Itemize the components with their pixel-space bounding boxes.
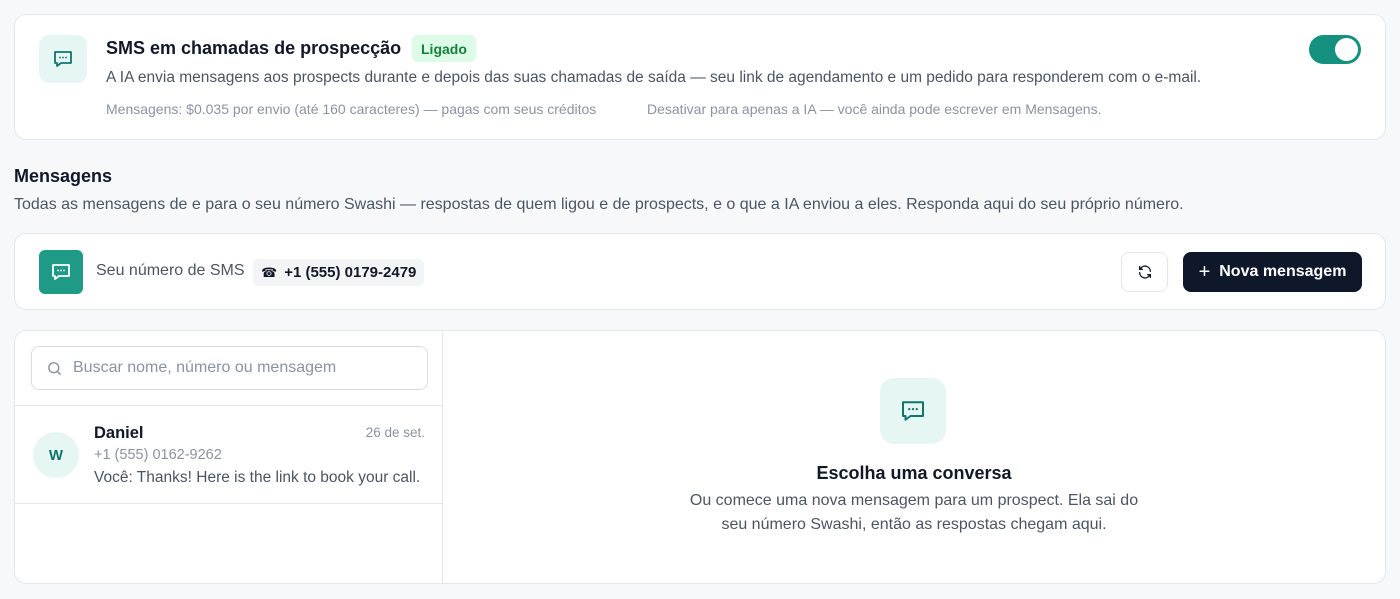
chat-bubble-icon — [39, 250, 83, 294]
sms-number-chip: ☎ +1 (555) 0179-2479 — [253, 259, 425, 286]
sms-toggle-switch[interactable] — [1309, 35, 1361, 64]
conversation-empty-state: Escolha uma conversa Ou comece uma nova … — [444, 331, 1385, 583]
new-message-label: Nova mensagem — [1219, 263, 1347, 280]
phone-icon: ☎ — [261, 264, 278, 280]
chat-bubble-icon — [39, 35, 87, 83]
messages-section-title: Mensagens — [14, 166, 113, 186]
sms-settings-card: SMS em chamadas de prospecção Ligado A I… — [14, 14, 1386, 140]
toggle-knob — [1335, 38, 1358, 61]
conversation-list: W Daniel 26 de set. +1 (555) 0162-9262 V… — [15, 331, 443, 583]
sms-card-title: SMS em chamadas de prospecção — [106, 38, 402, 58]
sms-number-bar: Seu número de SMS ☎ +1 (555) 0179-2479 +… — [14, 233, 1386, 310]
new-message-button[interactable]: + Nova mensagem — [1183, 252, 1362, 292]
sms-pricing-note: Mensagens: $0.035 por envio (até 160 car… — [106, 101, 597, 117]
conversation-phone: +1 (555) 0162-9262 — [94, 447, 222, 463]
sms-number-value: +1 (555) 0179-2479 — [284, 264, 417, 281]
status-badge: Ligado — [412, 35, 476, 62]
chat-bubble-icon — [880, 378, 946, 444]
conversation-name: Daniel — [94, 424, 144, 442]
refresh-button[interactable] — [1121, 252, 1168, 292]
refresh-icon — [1138, 265, 1151, 279]
search-icon — [48, 361, 61, 375]
empty-state-description: Ou comece uma nova mensagem para um pros… — [689, 492, 1139, 533]
avatar: W — [33, 432, 79, 478]
sms-disable-note: Desativar para apenas a IA — você ainda … — [647, 101, 1102, 117]
conversations-panel: W Daniel 26 de set. +1 (555) 0162-9262 V… — [14, 330, 1386, 584]
search-input[interactable] — [73, 359, 403, 377]
empty-state-title: Escolha uma conversa — [816, 463, 1012, 483]
messages-section-description: Todas as mensagens de e para o seu númer… — [14, 196, 1184, 213]
sms-card-description: A IA envia mensagens aos prospects duran… — [106, 69, 1202, 86]
conversation-list-item[interactable]: W Daniel 26 de set. +1 (555) 0162-9262 V… — [15, 405, 442, 504]
conversation-date: 26 de set. — [365, 425, 425, 440]
conversation-preview: Você: Thanks! Here is the link to book y… — [94, 469, 421, 486]
plus-icon: + — [1198, 261, 1211, 283]
sms-number-label: Seu número de SMS — [96, 262, 245, 279]
search-box[interactable] — [31, 346, 428, 390]
